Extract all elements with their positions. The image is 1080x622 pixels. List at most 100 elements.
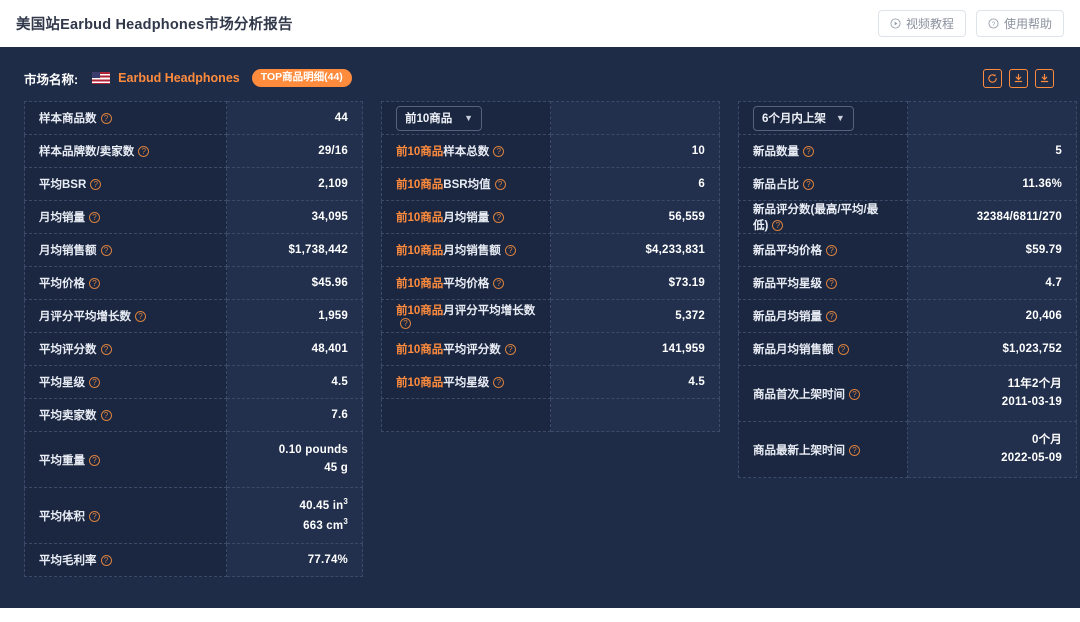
help-tooltip-icon[interactable]: ? [90,179,101,190]
us-flag-icon [92,72,110,84]
page-title: 美国站Earbud Headphones市场分析报告 [16,13,293,34]
help-tooltip-icon[interactable]: ? [135,311,146,322]
new-products-select-empty-cell [908,102,1077,135]
table-row: 前10商品月均销售额?$4,233,831 [382,234,720,267]
stat-value-primary: 11年2个月 [922,376,1062,393]
help-tooltip-icon[interactable]: ? [101,344,112,355]
stat-label-cell: 平均星级? [25,366,227,399]
help-tooltip-icon[interactable]: ? [849,389,860,400]
stat-label-text: 新品平均价格 [753,245,822,257]
stat-value-cell: 5,372 [551,300,720,333]
table-row: 前10商品月均销量?56,559 [382,201,720,234]
help-tooltip-icon[interactable]: ? [495,179,506,190]
help-tooltip-icon[interactable]: ? [772,220,783,231]
stat-label-text: 商品首次上架时间 [753,389,845,401]
help-tooltip-icon[interactable]: ? [826,311,837,322]
table-row: 新品月均销售额?$1,023,752 [739,333,1077,366]
report-panel: 市场名称: Earbud Headphones TOP商品明细(44) 样本商品… [0,47,1080,608]
stat-value-cell: $4,233,831 [551,234,720,267]
help-tooltip-icon[interactable]: ? [826,278,837,289]
help-tooltip-icon[interactable]: ? [89,377,100,388]
stat-label-cell: 平均价格? [25,267,227,300]
help-tooltip-icon[interactable]: ? [803,146,814,157]
help-tooltip-icon[interactable]: ? [101,245,112,256]
export-icon[interactable] [1035,69,1054,88]
stats-columns: 样本商品数?44样本品牌数/卖家数?29/16平均BSR?2,109月均销量?3… [14,93,1066,577]
stat-label-prefix: 前10商品 [396,305,443,317]
stat-value-cell: 0个月2022-05-09 [908,422,1077,478]
stat-value-cell: 56,559 [551,201,720,234]
new-products-column: 6个月内上架 ▼ 新品数量?5新品占比?11.36%新品评分数(最高/平均/最低… [738,101,1077,478]
help-tooltip-icon[interactable]: ? [826,245,837,256]
stat-label-cell: 平均卖家数? [25,399,227,432]
stat-label-cell: 前10商品平均星级? [382,366,551,399]
help-tooltip-icon[interactable]: ? [89,278,100,289]
stat-label-cell: 前10商品月均销售额? [382,234,551,267]
help-tooltip-icon[interactable]: ? [803,179,814,190]
help-button[interactable]: ? 使用帮助 [976,10,1064,37]
table-row: 前10商品平均评分数?141,959 [382,333,720,366]
stat-label-cell: 平均重量? [25,432,227,488]
stat-value-cell: 10 [551,135,720,168]
new-products-select-cell: 6个月内上架 ▼ [739,102,908,135]
question-circle-icon: ? [988,18,999,29]
stat-label-prefix: 前10商品 [396,212,443,224]
help-tooltip-icon[interactable]: ? [505,344,516,355]
stat-label-cell: 前10商品平均价格? [382,267,551,300]
market-name-value[interactable]: Earbud Headphones [118,71,240,85]
help-tooltip-icon[interactable]: ? [89,212,100,223]
help-tooltip-icon[interactable]: ? [493,212,504,223]
download-icon[interactable] [1009,69,1028,88]
help-tooltip-icon[interactable]: ? [493,377,504,388]
top10-range-select-value: 前10商品 [405,110,452,126]
market-toolbar [983,69,1066,88]
table-row: 平均重量?0.10 pounds45 g [25,432,363,488]
help-tooltip-icon[interactable]: ? [89,455,100,466]
stat-label-text: 平均BSR [39,179,86,191]
top10-range-select[interactable]: 前10商品 ▼ [396,106,482,131]
stat-value-cell: $59.79 [908,234,1077,267]
stat-value-secondary: 2011-03-19 [922,394,1062,411]
help-tooltip-icon[interactable]: ? [493,278,504,289]
stat-label-prefix: 前10商品 [396,377,443,389]
video-tutorial-label: 视频教程 [906,15,954,32]
help-tooltip-icon[interactable]: ? [400,318,411,329]
stat-label-text: 平均星级 [39,377,85,389]
stat-label-text: 新品月均销量 [753,311,822,323]
help-tooltip-icon[interactable]: ? [849,445,860,456]
table-row: 前10商品BSR均值?6 [382,168,720,201]
table-row: 新品平均星级?4.7 [739,267,1077,300]
table-row: 新品数量?5 [739,135,1077,168]
stat-label-text: 平均重量 [39,455,85,467]
top-products-badge[interactable]: TOP商品明细(44) [252,69,352,87]
table-row: 平均卖家数?7.6 [25,399,363,432]
refresh-icon[interactable] [983,69,1002,88]
help-tooltip-icon[interactable]: ? [138,146,149,157]
stat-label-text: 平均价格 [443,278,489,290]
help-tooltip-icon[interactable]: ? [493,146,504,157]
stat-label-cell: 新品占比? [739,168,908,201]
stat-value-cell: 29/16 [227,135,363,168]
stat-value-cell: 6 [551,168,720,201]
help-tooltip-icon[interactable]: ? [838,344,849,355]
table-row: 前10商品样本总数?10 [382,135,720,168]
help-tooltip-icon[interactable]: ? [89,511,100,522]
table-row: 平均星级?4.5 [25,366,363,399]
help-tooltip-icon[interactable]: ? [505,245,516,256]
stat-value-cell: 44 [227,102,363,135]
help-tooltip-icon[interactable]: ? [101,410,112,421]
video-tutorial-button[interactable]: 视频教程 [878,10,966,37]
top10-filler-key [382,399,551,432]
stat-label-cell: 新品平均价格? [739,234,908,267]
stat-label-cell: 新品月均销售额? [739,333,908,366]
help-tooltip-icon[interactable]: ? [101,113,112,124]
help-tooltip-icon[interactable]: ? [101,555,112,566]
stat-label-cell: 新品数量? [739,135,908,168]
stat-label-prefix: 前10商品 [396,179,443,191]
stat-value-cell: 4.7 [908,267,1077,300]
svg-text:?: ? [992,21,996,28]
new-products-range-select[interactable]: 6个月内上架 ▼ [753,106,854,131]
overall-stats-column: 样本商品数?44样本品牌数/卖家数?29/16平均BSR?2,109月均销量?3… [24,101,363,577]
table-row: 前10商品平均星级?4.5 [382,366,720,399]
stat-value-cell: 20,406 [908,300,1077,333]
